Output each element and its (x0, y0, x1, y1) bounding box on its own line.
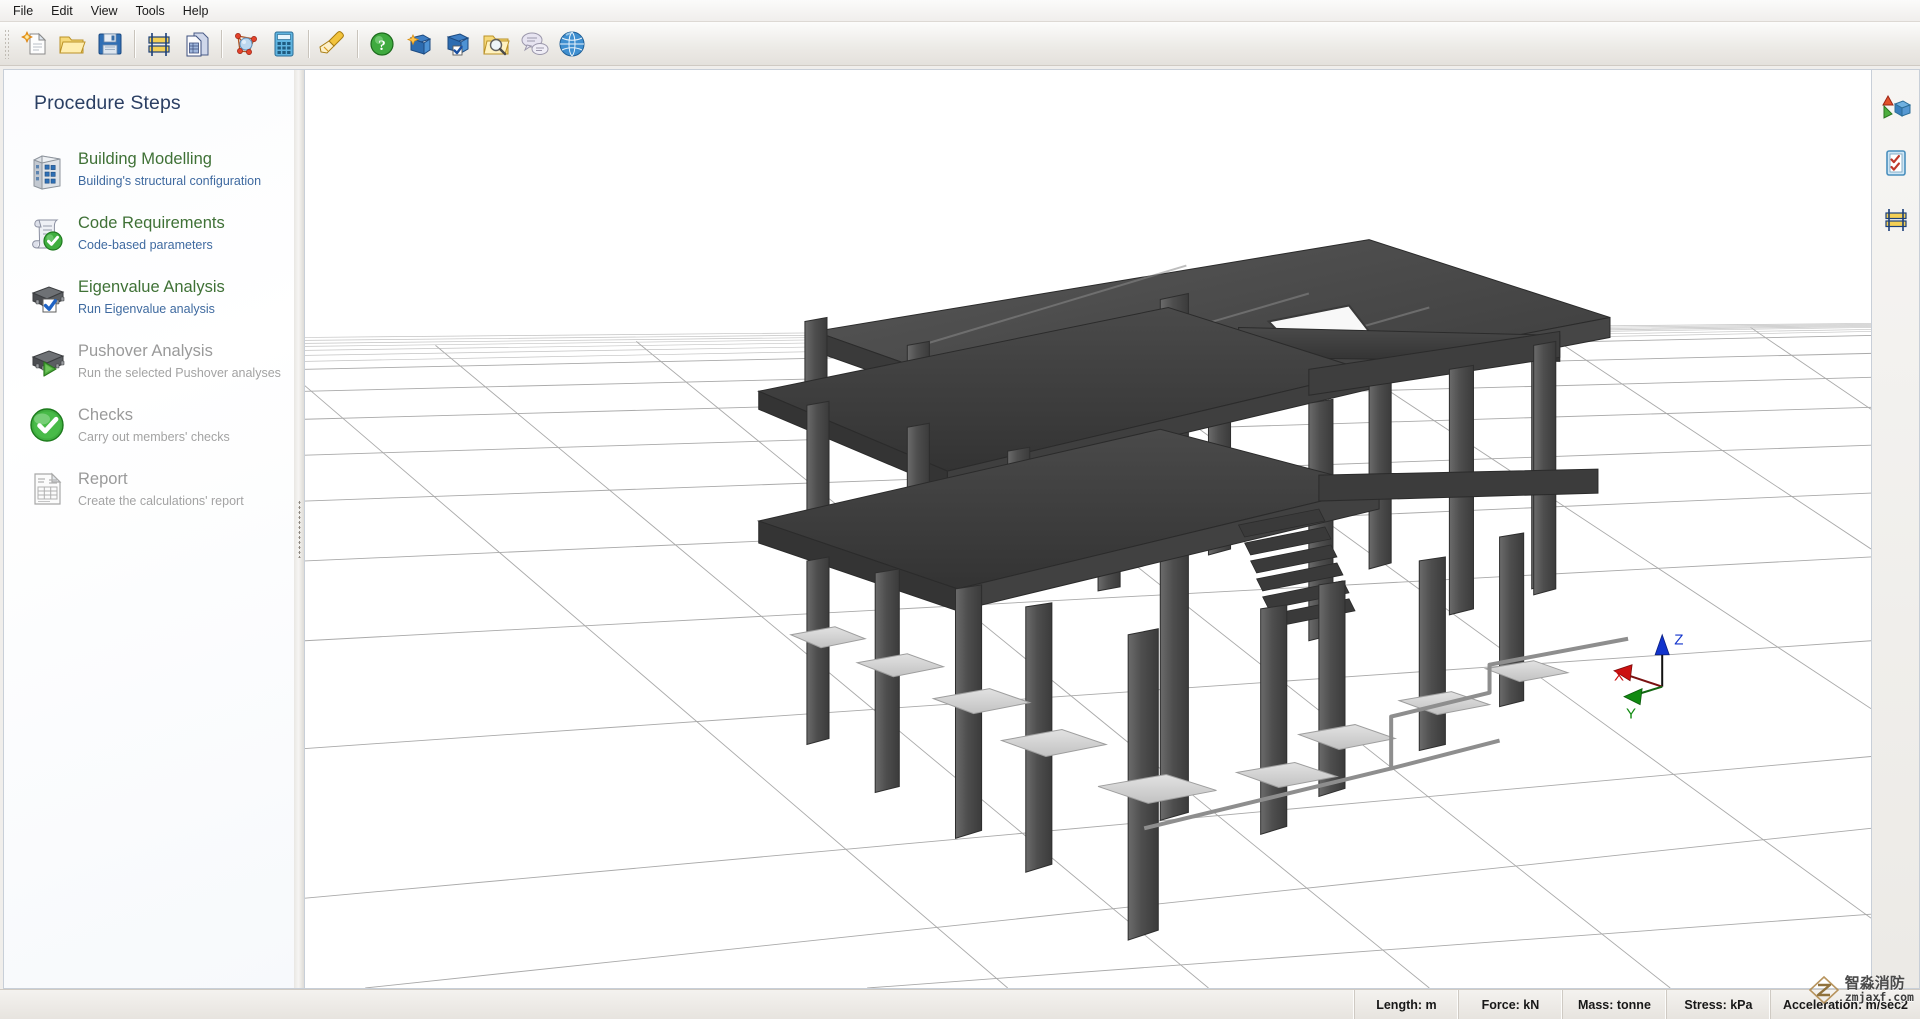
model-viewport[interactable]: Z X Y (304, 69, 1872, 989)
sidebar-item-text: Checks Carry out members' checks (78, 402, 230, 444)
scroll-check-icon (24, 210, 70, 256)
sidebar-item-code-requirements[interactable]: Code Requirements Code-based parameters (4, 201, 294, 265)
processor-check-icon (24, 274, 70, 320)
main-toolbar: ? (0, 22, 1920, 66)
menu-file[interactable]: File (4, 1, 42, 21)
toolbar-separator (308, 30, 309, 58)
folder-search-icon[interactable] (478, 26, 514, 62)
menu-view[interactable]: View (82, 1, 127, 21)
sidebar-item-text: Pushover Analysis Run the selected Pusho… (78, 338, 281, 380)
menu-bar: File Edit View Tools Help (0, 0, 1920, 22)
frame-grid-icon[interactable] (141, 26, 177, 62)
sidebar-item-title: Checks (78, 405, 230, 426)
y-axis-label: Y (1626, 706, 1636, 723)
status-length[interactable]: Length: m (1355, 990, 1459, 1019)
toolbar-separator (221, 30, 222, 58)
render-solids-icon[interactable] (1877, 88, 1915, 126)
application-window: File Edit View Tools Help (0, 0, 1920, 1019)
new-file-icon[interactable] (16, 26, 52, 62)
sidebar-item-eigenvalue-analysis[interactable]: Eigenvalue Analysis Run Eigenvalue analy… (4, 265, 294, 329)
sidebar-item-title: Pushover Analysis (78, 341, 281, 362)
calculator-icon[interactable] (266, 26, 302, 62)
status-acceleration[interactable]: Acceleration: m/sec2 (1771, 990, 1920, 1019)
view-tool-rail (1872, 69, 1920, 989)
sidebar-item-subtitle: Carry out members' checks (78, 430, 230, 444)
menu-edit[interactable]: Edit (42, 1, 82, 21)
viewport-canvas[interactable]: Z X Y (305, 70, 1871, 988)
sidebar-item-subtitle: Run the selected Pushover analyses (78, 366, 281, 380)
code-requirements-icon[interactable] (179, 26, 215, 62)
sidebar-item-text: Building Modelling Building's structural… (78, 146, 261, 188)
x-axis-label: X (1614, 668, 1624, 685)
help-question-icon[interactable]: ? (364, 26, 400, 62)
sidebar-item-subtitle: Run Eigenvalue analysis (78, 302, 225, 316)
z-axis-label: Z (1674, 632, 1683, 649)
sidebar-item-subtitle: Create the calculations' report (78, 494, 244, 508)
procedure-steps-list: Building Modelling Building's structural… (4, 123, 294, 521)
sidebar-item-subtitle: Building's structural configuration (78, 174, 261, 188)
sidebar-item-title: Code Requirements (78, 213, 225, 234)
building-3d-view[interactable]: Z X Y (305, 70, 1871, 988)
sidebar-item-title: Eigenvalue Analysis (78, 277, 225, 298)
svg-text:?: ? (378, 38, 386, 54)
status-stress[interactable]: Stress: kPa (1667, 990, 1771, 1019)
book-check-icon[interactable] (440, 26, 476, 62)
page-title: Procedure Steps (4, 70, 294, 123)
sidebar-item-title: Building Modelling (78, 149, 261, 170)
green-check-circle-icon (24, 402, 70, 448)
sidebar-item-report[interactable]: Report Create the calculations' report (4, 457, 294, 521)
document-report-icon (24, 466, 70, 512)
sidebar-item-text: Code Requirements Code-based parameters (78, 210, 225, 252)
paintbrush-icon[interactable] (315, 26, 351, 62)
toolbar-separator (357, 30, 358, 58)
chat-bubbles-icon[interactable] (516, 26, 552, 62)
open-folder-icon[interactable] (54, 26, 90, 62)
sidebar-item-pushover-analysis[interactable]: Pushover Analysis Run the selected Pusho… (4, 329, 294, 393)
procedure-steps-panel: Procedure Steps (3, 69, 294, 989)
building-icon (24, 146, 70, 192)
eigenvalue-molecule-icon[interactable] (228, 26, 264, 62)
toolbar-grip[interactable] (4, 29, 11, 59)
book-star-icon[interactable] (402, 26, 438, 62)
menu-tools[interactable]: Tools (127, 1, 174, 21)
processor-play-icon (24, 338, 70, 384)
main-body: Procedure Steps (0, 66, 1920, 989)
splitter-grip-icon (298, 500, 301, 558)
status-message-area (0, 990, 1355, 1019)
panel-splitter[interactable] (294, 69, 304, 989)
globe-icon[interactable] (554, 26, 590, 62)
sidebar-item-checks[interactable]: Checks Carry out members' checks (4, 393, 294, 457)
sidebar-item-building-modelling[interactable]: Building Modelling Building's structural… (4, 137, 294, 201)
sidebar-item-subtitle: Code-based parameters (78, 238, 225, 252)
status-force[interactable]: Force: kN (1459, 990, 1563, 1019)
sidebar-item-text: Eigenvalue Analysis Run Eigenvalue analy… (78, 274, 225, 316)
sidebar-item-title: Report (78, 469, 244, 490)
save-disk-icon[interactable] (92, 26, 128, 62)
toolbar-separator (134, 30, 135, 58)
sidebar-item-text: Report Create the calculations' report (78, 466, 244, 508)
status-mass[interactable]: Mass: tonne (1563, 990, 1667, 1019)
menu-help[interactable]: Help (174, 1, 218, 21)
checklist-icon[interactable] (1877, 144, 1915, 182)
frame-view-icon[interactable] (1877, 200, 1915, 238)
status-bar: Length: m Force: kN Mass: tonne Stress: … (0, 989, 1920, 1019)
